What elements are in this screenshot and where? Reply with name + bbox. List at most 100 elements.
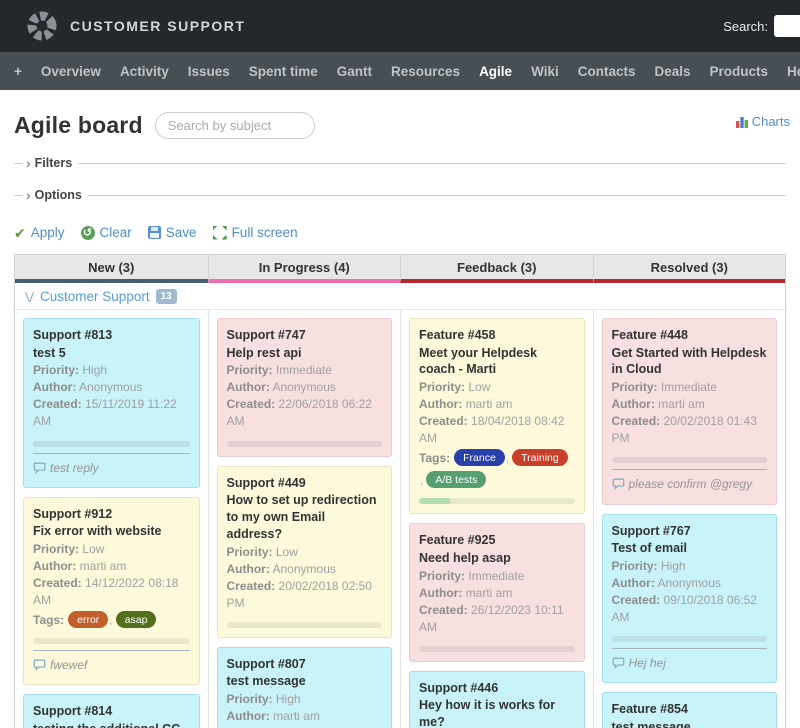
charts-link[interactable]: Charts	[735, 114, 790, 129]
chevron-down-icon[interactable]: ⋁	[25, 290, 34, 303]
issue-author: Author: marti am	[612, 396, 768, 413]
tag-asap[interactable]: asap	[116, 611, 157, 628]
nav-item-products[interactable]: Products	[710, 64, 769, 79]
nav-item-wiki[interactable]: Wiki	[531, 64, 559, 79]
comment-bubble-icon	[612, 478, 625, 494]
tag-error[interactable]: error	[68, 611, 108, 628]
tag-france[interactable]: France	[454, 449, 505, 466]
issue-subject: Fix error with website	[33, 523, 190, 540]
issue-subject: Test of email	[612, 540, 768, 557]
tag-separator: ,	[109, 613, 112, 627]
issue-author: Author: marti am	[33, 558, 190, 575]
issue-card[interactable]: Support #912Fix error with website Priori…	[23, 497, 200, 686]
nav-item-overview[interactable]: Overview	[41, 64, 101, 79]
progress-bar	[419, 646, 575, 652]
comment-bubble-icon	[612, 657, 625, 673]
filters-toggle[interactable]: Filters	[35, 156, 73, 170]
issue-card[interactable]: Support #449How to set up redirection to…	[217, 466, 393, 638]
field-label: Priority:	[33, 363, 79, 377]
nav-item-deals[interactable]: Deals	[654, 64, 690, 79]
nav-item-spent-time[interactable]: Spent time	[249, 64, 318, 79]
issue-priority: Priority: Immediate	[612, 379, 768, 396]
tag-training[interactable]: Training	[512, 449, 568, 466]
progress-bar	[33, 441, 190, 447]
issue-id: Support #446	[419, 680, 575, 698]
field-label: Author:	[612, 397, 655, 411]
column-header-new[interactable]: New (3)	[15, 255, 208, 283]
clear-button[interactable]: ↺ Clear	[81, 225, 132, 240]
options-toggle[interactable]: Options	[35, 188, 82, 202]
issue-card[interactable]: Feature #854test messagePriority: HighAu…	[602, 692, 778, 728]
issue-id: Support #767	[612, 523, 768, 541]
divider	[14, 163, 22, 164]
column-header-resolved[interactable]: Resolved (3)	[593, 255, 786, 283]
column-header-in-progress[interactable]: In Progress (4)	[208, 255, 401, 283]
nav-item-add[interactable]: +	[14, 64, 22, 79]
comment-divider	[612, 469, 768, 470]
field-value: High	[276, 692, 301, 706]
board-columns: Support #813test 5Priority: HighAuthor: …	[15, 310, 785, 728]
last-comment: fwewef	[33, 657, 190, 675]
field-label: Priority:	[612, 380, 658, 394]
top-bar: CUSTOMER SUPPORT Search:	[0, 0, 800, 52]
issue-subject: test 5	[33, 345, 190, 362]
top-search-input[interactable]	[774, 15, 800, 37]
field-label: Created:	[612, 414, 661, 428]
refresh-icon: ↺	[81, 226, 95, 240]
nav-item-issues[interactable]: Issues	[188, 64, 230, 79]
field-label: Priority:	[419, 380, 465, 394]
field-value: Low	[82, 542, 104, 556]
nav-item-contacts[interactable]: Contacts	[578, 64, 636, 79]
issue-id: Feature #458	[419, 327, 575, 345]
chevron-right-icon[interactable]: ›	[26, 188, 31, 202]
comment-bubble-icon	[33, 659, 46, 675]
issue-subject: test message	[227, 673, 383, 690]
progress-bar	[227, 441, 383, 447]
page-title: Agile board	[14, 112, 143, 139]
swimlane-customer-support: ⋁ Customer Support 13	[15, 283, 785, 310]
column-header-feedback[interactable]: Feedback (3)	[400, 255, 593, 283]
issue-subject: Meet your Helpdesk coach - Marti	[419, 345, 575, 379]
issue-created: Created: 20/02/2018 01:43 PM	[612, 413, 768, 447]
issue-card[interactable]: Support #814testing the additional CCPri…	[23, 694, 200, 728]
nav-item-resources[interactable]: Resources	[391, 64, 460, 79]
nav-item-activity[interactable]: Activity	[120, 64, 169, 79]
issue-card[interactable]: Feature #458Meet your Helpdesk coach - M…	[409, 318, 585, 514]
divider	[78, 163, 786, 164]
issue-card[interactable]: Support #813test 5Priority: HighAuthor: …	[23, 318, 200, 488]
nav-item-help-support[interactable]: Help & Support	[787, 64, 800, 79]
issue-author: Author: Anonymous	[227, 561, 383, 578]
floppy-disk-icon	[148, 226, 161, 239]
clear-label: Clear	[100, 225, 132, 240]
issue-card[interactable]: Support #807test messagePriority: HighAu…	[217, 647, 393, 728]
field-value: High	[82, 363, 107, 377]
top-search-label: Search:	[723, 19, 768, 34]
field-value: marti am	[658, 397, 705, 411]
issue-priority: Priority: High	[227, 691, 383, 708]
filters-row: › Filters	[14, 155, 786, 171]
progress-fill	[419, 498, 450, 504]
fullscreen-button[interactable]: Full screen	[213, 225, 298, 240]
apply-button[interactable]: ✔ Apply	[14, 225, 65, 240]
issue-tags: Tags:France,Training,A/B tests	[419, 449, 575, 488]
issue-card[interactable]: Support #767Test of emailPriority: HighA…	[602, 514, 778, 684]
fullscreen-icon	[213, 226, 227, 240]
tag-a-b-tests[interactable]: A/B tests	[426, 471, 486, 488]
board-header: New (3)In Progress (4)Feedback (3)Resolv…	[15, 255, 785, 283]
issue-card[interactable]: Feature #448Get Started with Helpdesk in…	[602, 318, 778, 505]
issue-card[interactable]: Support #747Help rest apiPriority: Immed…	[217, 318, 393, 457]
nav-item-agile[interactable]: Agile	[479, 64, 512, 79]
field-label: Priority:	[33, 542, 79, 556]
nav-item-gantt[interactable]: Gantt	[337, 64, 372, 79]
issue-card[interactable]: Support #446Hey how it is works for me?P…	[409, 671, 585, 728]
field-value: Immediate	[468, 569, 524, 583]
subject-search-input[interactable]	[155, 112, 315, 139]
field-label: Author:	[33, 559, 76, 573]
issue-id: Support #912	[33, 506, 190, 524]
save-button[interactable]: Save	[148, 225, 197, 240]
field-label: Author:	[227, 709, 270, 723]
chevron-right-icon[interactable]: ›	[26, 156, 31, 170]
issue-card[interactable]: Feature #925Need help asapPriority: Imme…	[409, 523, 585, 662]
swimlane-link[interactable]: Customer Support	[40, 289, 150, 304]
field-label: Tags:	[419, 451, 450, 465]
